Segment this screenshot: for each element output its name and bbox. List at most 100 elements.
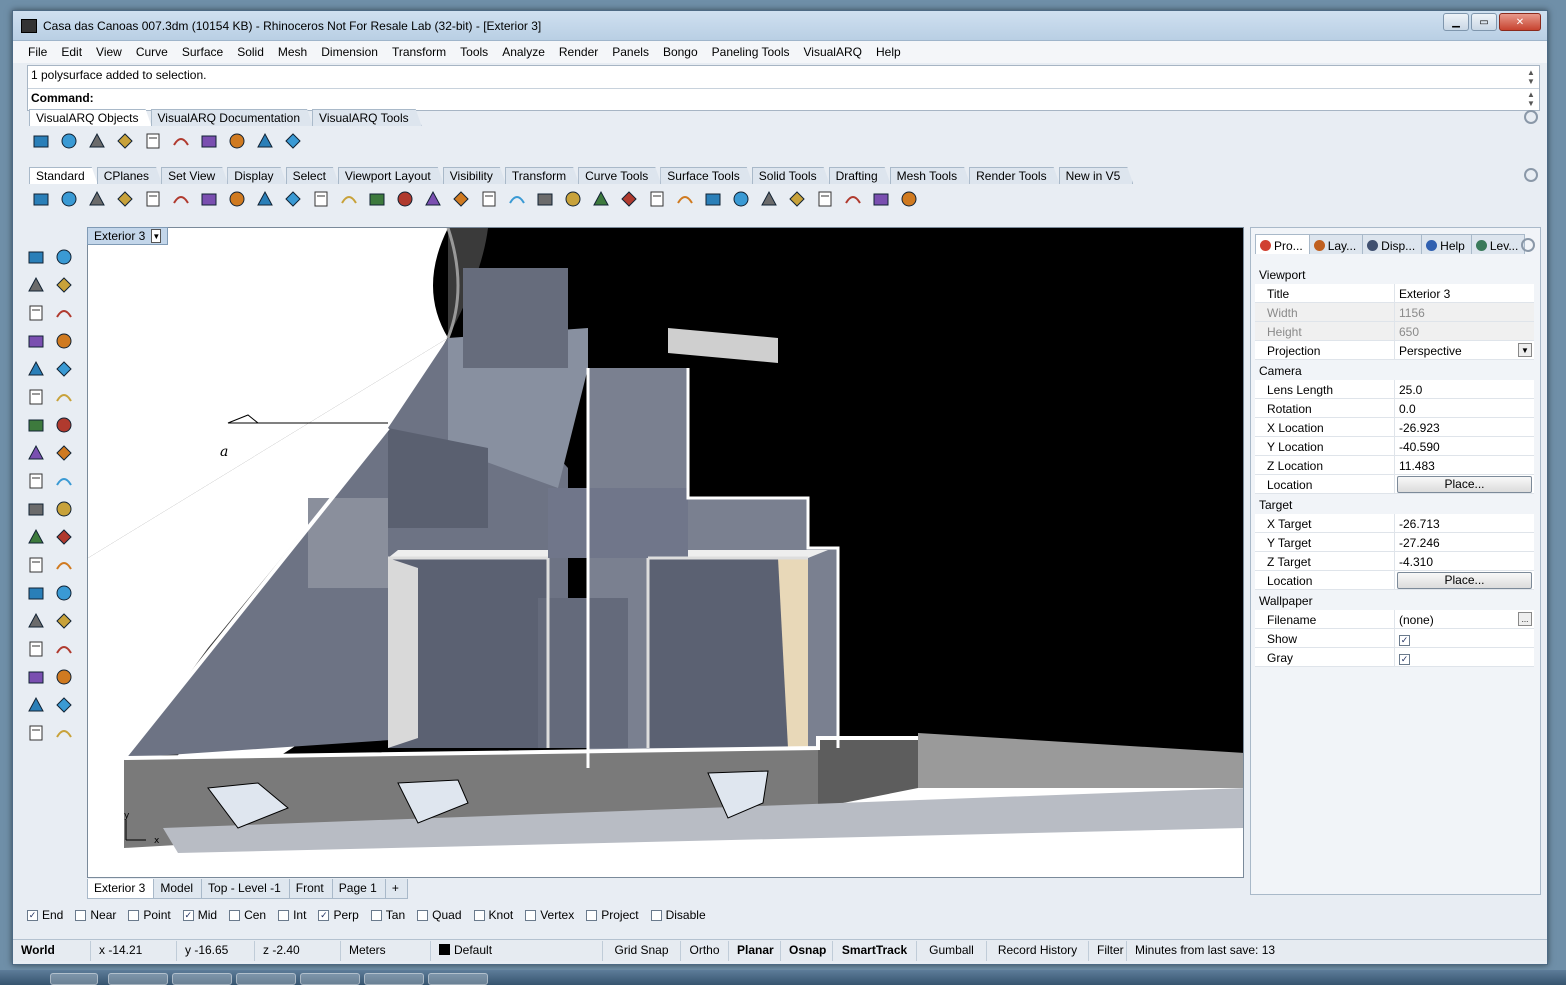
import-icon[interactable]: [141, 187, 165, 211]
box-icon[interactable]: [23, 412, 49, 438]
status-filter[interactable]: Filter: [1089, 940, 1127, 961]
tab-select[interactable]: Select: [286, 167, 339, 184]
prop-value[interactable]: -26.923: [1395, 418, 1534, 436]
cplane-icon[interactable]: [589, 187, 613, 211]
tab-surface-tools[interactable]: Surface Tools: [660, 167, 753, 184]
osnap-cen[interactable]: Cen: [229, 908, 266, 922]
point-icon[interactable]: [51, 244, 77, 270]
offset-icon[interactable]: [23, 552, 49, 578]
grid-array-icon[interactable]: [23, 664, 49, 690]
cut-icon[interactable]: [169, 187, 193, 211]
viewport-tab-front[interactable]: Front: [288, 879, 333, 899]
roof-icon[interactable]: [253, 129, 277, 153]
layer-indicator[interactable]: Default: [431, 940, 603, 961]
prop-value[interactable]: 11.483: [1395, 456, 1534, 474]
tab-cplanes[interactable]: CPlanes: [97, 167, 162, 184]
osnap-tan[interactable]: Tan: [370, 908, 405, 922]
menu-solid[interactable]: Solid: [230, 45, 271, 59]
level-icon[interactable]: [281, 129, 305, 153]
prop-value[interactable]: Perspective ▼: [1395, 341, 1534, 359]
shaded-icon[interactable]: [533, 187, 557, 211]
panel-tab-pro[interactable]: Pro...: [1255, 234, 1310, 254]
new-icon[interactable]: [29, 187, 53, 211]
menu-paneling-tools[interactable]: Paneling Tools: [705, 45, 797, 59]
material-icon[interactable]: [785, 187, 809, 211]
prop-value[interactable]: -40.590: [1395, 437, 1534, 455]
menu-tools[interactable]: Tools: [453, 45, 495, 59]
osnap-checkbox[interactable]: [278, 909, 290, 921]
revolve-icon[interactable]: [51, 384, 77, 410]
polyline-icon[interactable]: [23, 272, 49, 298]
menu-dimension[interactable]: Dimension: [314, 45, 385, 59]
taskbar-item-editor[interactable]: [236, 973, 296, 985]
prop-value[interactable]: -27.246: [1395, 533, 1534, 551]
tab-solid-tools[interactable]: Solid Tools: [752, 167, 830, 184]
cylinder-icon[interactable]: [23, 440, 49, 466]
visualarq-gear-icon[interactable]: [1524, 110, 1538, 124]
wall-icon[interactable]: [29, 129, 53, 153]
command-prompt[interactable]: Command:: [28, 88, 1539, 110]
cplane-indicator[interactable]: World: [13, 940, 91, 961]
osnap-knot[interactable]: Knot: [473, 908, 513, 922]
projection-dropdown-icon[interactable]: ▼: [1518, 343, 1532, 357]
osnap-disable[interactable]: Disable: [650, 908, 706, 922]
open-icon[interactable]: [57, 187, 81, 211]
tab-visualarq-documentation[interactable]: VisualARQ Documentation: [151, 109, 314, 126]
osnap-vertex[interactable]: Vertex: [525, 908, 574, 922]
zoom-extents-icon[interactable]: [393, 187, 417, 211]
viewport-tab-model[interactable]: Model: [153, 879, 203, 899]
circle-icon[interactable]: [23, 300, 49, 326]
tab-curve-tools[interactable]: Curve Tools: [578, 167, 661, 184]
section-icon[interactable]: [51, 636, 77, 662]
slab-icon[interactable]: [85, 129, 109, 153]
fillet-icon[interactable]: [51, 356, 77, 382]
spotlight-icon[interactable]: [813, 187, 837, 211]
viewport-title[interactable]: Exterior 3 ▼: [87, 227, 169, 245]
prompt-up-icon[interactable]: ▲: [1527, 90, 1535, 99]
print-icon[interactable]: [113, 187, 137, 211]
status-smarttrack[interactable]: SmartTrack: [833, 940, 917, 961]
osnap-point[interactable]: Point: [128, 908, 171, 922]
viewport-exterior-3[interactable]: a y x: [87, 227, 1244, 878]
zoom-window-icon[interactable]: [365, 187, 389, 211]
menu-help[interactable]: Help: [869, 45, 908, 59]
prop-value[interactable]: -26.713: [1395, 514, 1534, 532]
checkbox-show[interactable]: ✓: [1399, 635, 1410, 646]
tab-transform[interactable]: Transform: [505, 167, 579, 184]
prop-value[interactable]: Place...: [1395, 571, 1534, 589]
history-scroll[interactable]: ▲ ▼: [1525, 68, 1537, 86]
window-icon[interactable]: [169, 129, 193, 153]
paste-icon[interactable]: [225, 187, 249, 211]
pan-icon[interactable]: [281, 187, 305, 211]
lock-icon[interactable]: [645, 187, 669, 211]
taskbar-item-browser[interactable]: [172, 973, 232, 985]
panel-tab-disp[interactable]: Disp...: [1362, 234, 1423, 254]
tab-visualarq-tools[interactable]: VisualARQ Tools: [312, 109, 422, 126]
scroll-down-icon[interactable]: ▼: [1527, 77, 1535, 86]
osnap-checkbox[interactable]: [650, 909, 662, 921]
menu-surface[interactable]: Surface: [175, 45, 230, 59]
surface-icon[interactable]: [23, 384, 49, 410]
select-icon[interactable]: [23, 244, 49, 270]
grid-icon[interactable]: [869, 187, 893, 211]
menu-bongo[interactable]: Bongo: [656, 45, 705, 59]
osnap-quad[interactable]: Quad: [417, 908, 462, 922]
trim-icon[interactable]: [51, 496, 77, 522]
viewport-tab-exterior-3[interactable]: Exterior 3: [87, 879, 155, 899]
menu-view[interactable]: View: [89, 45, 129, 59]
osnap-checkbox[interactable]: ✓: [318, 909, 330, 921]
zoom-selected-icon[interactable]: [421, 187, 445, 211]
menu-analyze[interactable]: Analyze: [495, 45, 552, 59]
prop-value[interactable]: ✓: [1395, 629, 1534, 647]
viewport-menu-icon[interactable]: ▼: [151, 229, 162, 243]
menu-edit[interactable]: Edit: [54, 45, 89, 59]
prop-value[interactable]: -4.310: [1395, 552, 1534, 570]
analyze-icon[interactable]: [23, 692, 49, 718]
rotate-icon[interactable]: [449, 187, 473, 211]
checkbox-gray[interactable]: ✓: [1399, 654, 1410, 665]
place-button[interactable]: Place...: [1397, 572, 1532, 589]
osnap-checkbox[interactable]: [128, 909, 140, 921]
column-icon[interactable]: [113, 129, 137, 153]
curtain-wall-icon[interactable]: [57, 129, 81, 153]
viewport-tab-page-1[interactable]: Page 1: [331, 879, 386, 899]
